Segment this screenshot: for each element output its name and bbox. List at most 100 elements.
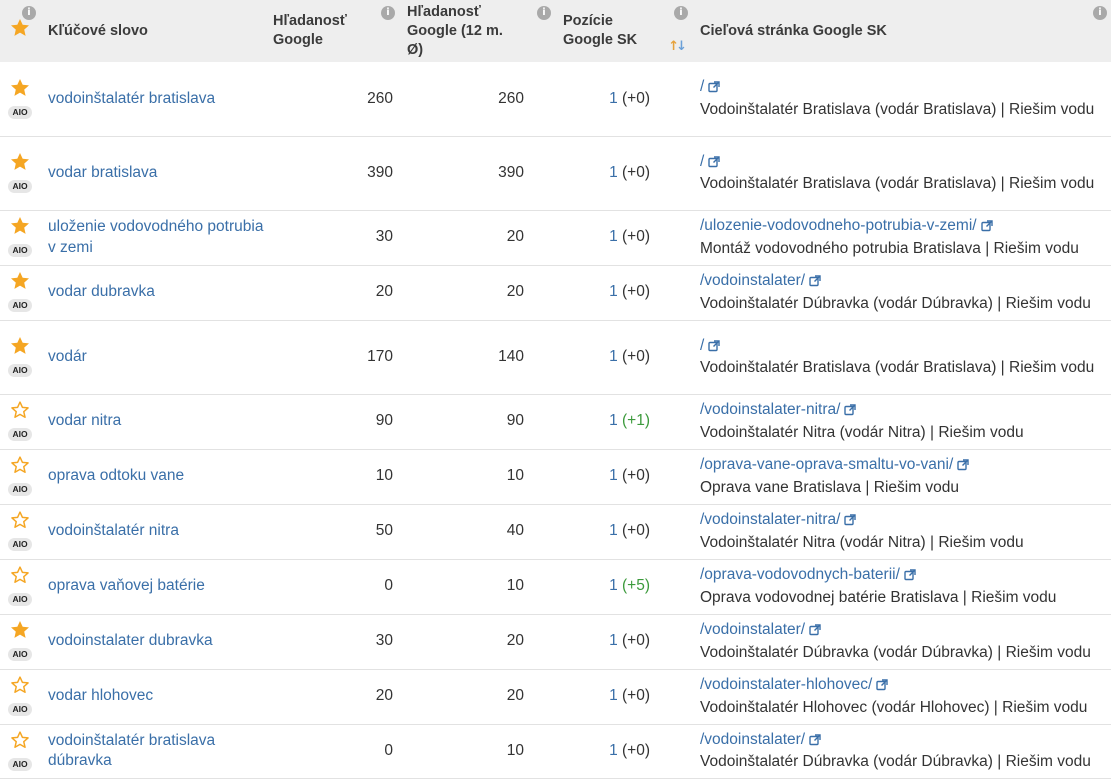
position-cell: 1 (+0)	[555, 449, 692, 504]
target-url-link[interactable]: /vodoinstalater-nitra/	[700, 401, 840, 418]
header-keyword-label: Kľúčové slovo	[48, 22, 148, 39]
position-value[interactable]: 1	[609, 687, 618, 704]
target-url-link[interactable]: /	[700, 153, 704, 170]
keyword-link[interactable]: vodar hlohovec	[40, 669, 265, 724]
keyword-link[interactable]: vodoinštalatér bratislava dúbravka	[40, 724, 265, 778]
header-position[interactable]: Pozície Google SK i ↑↓	[555, 0, 692, 62]
star-icon[interactable]	[5, 564, 35, 586]
keyword-link[interactable]: vodar dubravka	[40, 265, 265, 320]
target-url-link[interactable]: /vodoinstalater-nitra/	[700, 511, 840, 528]
table-row: AIO vodoinštalatér bratislava 260 260 1 (+0)…	[0, 62, 1111, 136]
star-icon[interactable]	[5, 619, 35, 641]
star-icon	[9, 17, 31, 45]
target-url-link[interactable]: /oprava-vane-oprava-smaltu-vo-vani/	[700, 456, 953, 473]
keyword-link[interactable]: oprava vaňovej batérie	[40, 559, 265, 614]
aio-badge: AIO	[8, 757, 32, 771]
keyword-link[interactable]: vodoinštalatér bratislava	[40, 62, 265, 136]
star-icon[interactable]	[5, 509, 35, 531]
target-page-cell: /vodoinstalater-nitra/Vodoinštalatér Nit…	[692, 394, 1111, 449]
keyword-link[interactable]: vodar bratislava	[40, 136, 265, 210]
target-url-link[interactable]: /vodoinstalater/	[700, 731, 805, 748]
position-value[interactable]: 1	[609, 412, 618, 429]
position-value[interactable]: 1	[609, 164, 618, 181]
target-page-cell: / Vodoinštalatér Bratislava (vodár Bratis…	[692, 320, 1111, 394]
target-page-cell: /vodoinstalater/Vodoinštalatér Dúbravka …	[692, 724, 1111, 778]
table-row: AIO uloženie vodovodného potrubia v zemi 3…	[0, 210, 1111, 265]
target-url-link[interactable]: /vodoinstalater/	[700, 272, 805, 289]
position-value[interactable]: 1	[609, 577, 618, 594]
search-volume: 20	[375, 687, 393, 705]
external-link-icon[interactable]	[809, 732, 821, 753]
search-volume-12m: 20	[506, 632, 524, 650]
header-star-column[interactable]: i	[0, 0, 40, 62]
position-value[interactable]: 1	[609, 742, 618, 759]
header-search-google-12m-label: Hľadanosť Google (12 m. Ø)	[407, 3, 503, 58]
external-link-icon[interactable]	[957, 457, 969, 478]
star-icon[interactable]	[5, 674, 35, 696]
table-row: AIO vodár 170 140 1 (+0) / Vodoinštalatér Brat…	[0, 320, 1111, 394]
external-link-icon[interactable]	[708, 338, 721, 359]
keyword-link[interactable]: uloženie vodovodného potrubia v zemi	[40, 210, 265, 265]
position-cell: 1 (+0)	[555, 136, 692, 210]
keyword-link[interactable]: oprava odtoku vane	[40, 449, 265, 504]
target-page-title: Vodoinštalatér Bratislava (vodár Bratisl…	[700, 100, 1095, 118]
external-link-icon[interactable]	[708, 79, 721, 100]
header-search-google[interactable]: Hľadanosť Google i	[265, 0, 399, 62]
star-icon[interactable]	[5, 399, 35, 421]
info-icon[interactable]: i	[381, 6, 395, 20]
position-value[interactable]: 1	[609, 348, 618, 365]
header-target-page[interactable]: Cieľová stránka Google SK i	[692, 0, 1111, 62]
aio-badge: AIO	[8, 428, 32, 442]
info-icon[interactable]: i	[537, 6, 551, 20]
position-change: (+0)	[622, 522, 650, 540]
star-icon[interactable]	[5, 729, 35, 751]
info-icon[interactable]: i	[1093, 6, 1107, 20]
search-volume: 50	[375, 522, 393, 540]
keyword-link[interactable]: vodoinstalater dubravka	[40, 614, 265, 669]
search-volume: 260	[367, 89, 393, 107]
star-icon[interactable]	[5, 454, 35, 476]
star-cell: AIO	[0, 265, 40, 320]
sort-icon[interactable]: ↑↓	[668, 37, 687, 56]
position-value[interactable]: 1	[609, 522, 618, 539]
position-value[interactable]: 1	[609, 632, 618, 649]
info-icon[interactable]: i	[674, 6, 688, 20]
star-icon[interactable]	[5, 270, 35, 292]
external-link-icon[interactable]	[876, 677, 889, 698]
target-url-link[interactable]: /oprava-vodovodnych-baterii/	[700, 566, 900, 583]
star-icon[interactable]	[5, 335, 35, 357]
position-value[interactable]: 1	[609, 90, 618, 107]
target-url-link[interactable]: /	[700, 337, 704, 354]
star-icon[interactable]	[5, 77, 35, 99]
keyword-link[interactable]: vodoinštalatér nitra	[40, 504, 265, 559]
position-value[interactable]: 1	[609, 283, 618, 300]
external-link-icon[interactable]	[809, 622, 821, 643]
external-link-icon[interactable]	[980, 218, 993, 239]
position-change: (+0)	[622, 228, 650, 246]
table-row: AIO vodar hlohovec 20 20 1 (+0)/vodoinstalat…	[0, 669, 1111, 724]
star-icon[interactable]	[5, 151, 35, 173]
target-url-link[interactable]: /ulozenie-vodovodneho-potrubia-v-zemi/	[700, 217, 977, 234]
star-cell: AIO	[0, 559, 40, 614]
target-page-title: Vodoinštalatér Bratislava (vodár Bratisl…	[700, 175, 1095, 192]
search-volume: 390	[367, 163, 393, 181]
target-page-title: Vodoinštalatér Nitra (vodár Nitra) | Rie…	[700, 423, 1024, 441]
external-link-icon[interactable]	[844, 402, 857, 423]
aio-badge: AIO	[8, 538, 32, 552]
info-icon[interactable]: i	[22, 6, 36, 20]
target-url-link[interactable]: /vodoinstalater/	[700, 621, 805, 638]
star-icon[interactable]	[5, 215, 35, 237]
external-link-icon[interactable]	[708, 154, 721, 175]
position-value[interactable]: 1	[609, 467, 618, 484]
keyword-link[interactable]: vodar nitra	[40, 394, 265, 449]
target-url-link[interactable]: /	[700, 78, 704, 95]
position-value[interactable]: 1	[609, 228, 618, 245]
external-link-icon[interactable]	[904, 567, 916, 588]
header-search-google-12m[interactable]: Hľadanosť Google (12 m. Ø) i	[399, 0, 555, 62]
target-url-link[interactable]: /vodoinstalater-hlohovec/	[700, 676, 872, 693]
external-link-icon[interactable]	[809, 273, 821, 294]
position-cell: 1 (+0)	[555, 614, 692, 669]
keyword-link[interactable]: vodár	[40, 320, 265, 394]
external-link-icon[interactable]	[844, 512, 857, 533]
header-keyword[interactable]: Kľúčové slovo	[40, 0, 265, 62]
